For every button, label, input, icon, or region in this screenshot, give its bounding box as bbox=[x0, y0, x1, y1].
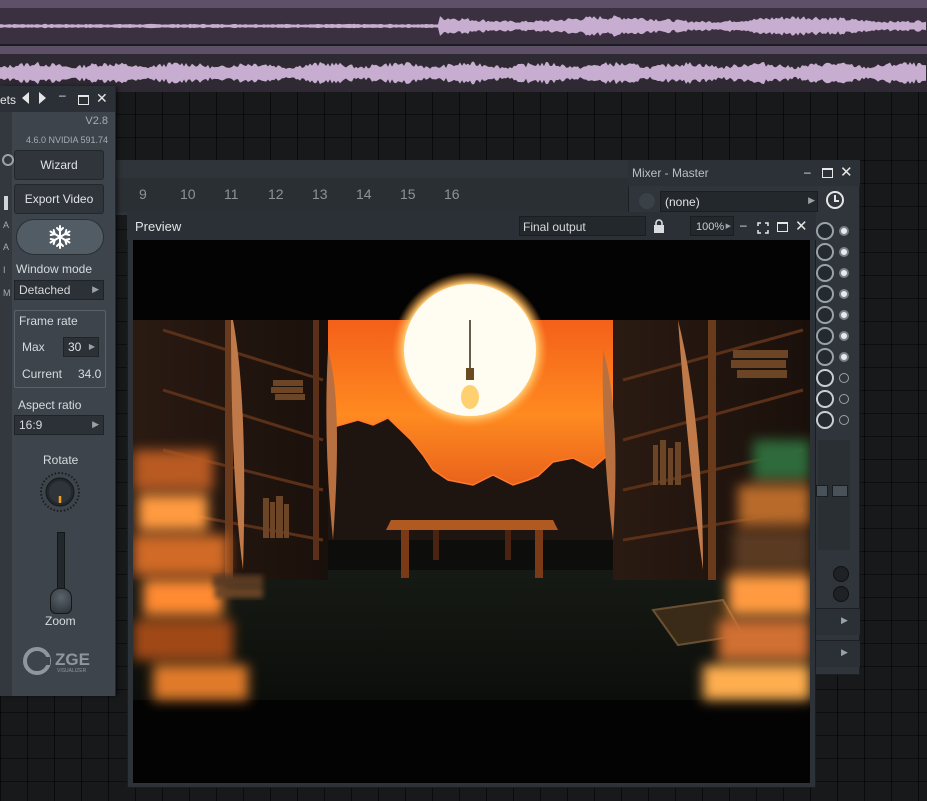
effect-slot-indicator[interactable] bbox=[816, 390, 834, 408]
waveform-1 bbox=[0, 15, 926, 37]
chevron-right-icon: ▶ bbox=[841, 647, 848, 657]
chevron-right-icon: ▶ bbox=[725, 223, 731, 230]
vol-knob[interactable] bbox=[833, 586, 849, 602]
step-number: 14 bbox=[356, 186, 372, 202]
minimize-icon[interactable]: – bbox=[804, 165, 811, 179]
effect-slot-toggle[interactable] bbox=[839, 415, 849, 425]
output-select[interactable]: Final output bbox=[519, 216, 646, 236]
side-marker bbox=[4, 196, 8, 210]
side-letter: M bbox=[3, 288, 11, 298]
fader-handle[interactable] bbox=[816, 485, 828, 497]
step-number: 15 bbox=[400, 186, 416, 202]
zoom-level-select[interactable]: 100% ▶ bbox=[690, 216, 734, 236]
snowflake-icon bbox=[49, 225, 71, 249]
plugin-title: ets bbox=[0, 93, 17, 107]
effect-slot-toggle[interactable] bbox=[839, 394, 849, 404]
maximize-icon[interactable] bbox=[78, 95, 89, 105]
chevron-right-icon: ▶ bbox=[92, 284, 99, 294]
effect-slot-indicator[interactable] bbox=[816, 369, 834, 387]
max-label: Max bbox=[22, 340, 45, 354]
knob-icon bbox=[40, 472, 80, 512]
track-band bbox=[0, 0, 927, 8]
waveform-2 bbox=[0, 61, 926, 85]
close-icon[interactable]: ✕ bbox=[840, 163, 853, 181]
mixer-route-bar[interactable] bbox=[814, 608, 860, 635]
effect-slot-toggle[interactable] bbox=[839, 268, 849, 278]
rotate-knob[interactable] bbox=[40, 472, 80, 512]
step-number: 16 bbox=[444, 186, 460, 202]
logo-subtext: VISUALIZER bbox=[57, 668, 87, 674]
chevron-right-icon: ▶ bbox=[808, 195, 815, 205]
minimize-icon[interactable]: – bbox=[59, 88, 66, 102]
gpu-info: 4.6.0 NVIDIA 591.74 bbox=[25, 135, 108, 145]
fader-handle[interactable] bbox=[832, 485, 848, 497]
mixer-title: Mixer - Master bbox=[632, 166, 709, 180]
step-number: 10 bbox=[180, 186, 196, 202]
aspect-ratio-label: Aspect ratio bbox=[18, 398, 82, 412]
effect-slot-toggle[interactable] bbox=[839, 310, 849, 320]
effect-slot-indicator[interactable] bbox=[816, 411, 834, 429]
clock-icon[interactable] bbox=[826, 191, 844, 209]
speaker-icon bbox=[639, 193, 655, 209]
export-video-button[interactable]: Export Video bbox=[14, 184, 104, 214]
logo-text: ZGE bbox=[55, 650, 90, 669]
step-number: 13 bbox=[312, 186, 328, 202]
maximize-icon[interactable] bbox=[822, 168, 833, 178]
side-letter: I bbox=[3, 265, 6, 275]
zoom-slider-handle[interactable] bbox=[50, 588, 72, 614]
close-icon[interactable]: ✕ bbox=[795, 217, 808, 235]
aspect-ratio-select[interactable]: 16:9 ▶ bbox=[14, 415, 104, 435]
window-mode-label: Window mode bbox=[16, 262, 93, 276]
max-frame-rate-input[interactable]: 30 ▶ bbox=[63, 337, 99, 357]
current-fps-value: 34.0 bbox=[78, 367, 102, 381]
effect-slot-toggle[interactable] bbox=[839, 226, 849, 236]
pan-knob[interactable] bbox=[833, 566, 849, 582]
mixer-route-bar[interactable] bbox=[814, 640, 860, 667]
lock-icon[interactable] bbox=[653, 219, 665, 239]
mixer-selector[interactable]: (none) ▶ bbox=[660, 191, 818, 212]
step-number: 12 bbox=[268, 186, 284, 202]
visualizer-scene bbox=[133, 272, 810, 700]
chevron-right-icon: ▶ bbox=[841, 615, 848, 625]
freeze-button[interactable] bbox=[16, 219, 104, 255]
maximize-icon[interactable] bbox=[777, 222, 788, 232]
effect-slot-indicator[interactable] bbox=[816, 264, 834, 282]
current-label: Current bbox=[22, 367, 63, 381]
side-letter: A bbox=[3, 242, 10, 252]
fullscreen-icon[interactable] bbox=[757, 221, 769, 239]
zoom-label: Zoom bbox=[45, 614, 76, 628]
step-number: 9 bbox=[139, 186, 147, 202]
version-label: V2.8 bbox=[85, 115, 108, 127]
close-icon[interactable]: ✕ bbox=[96, 90, 108, 107]
next-arrow-icon[interactable] bbox=[39, 92, 46, 104]
playlist-track-1[interactable] bbox=[0, 0, 927, 44]
effect-slot-indicator[interactable] bbox=[816, 327, 834, 345]
window-mode-select[interactable]: Detached ▶ bbox=[14, 280, 104, 300]
effect-slot-toggle[interactable] bbox=[839, 352, 849, 362]
frame-rate-label: Frame rate bbox=[19, 314, 78, 328]
chevron-right-icon: ▶ bbox=[88, 342, 95, 351]
preview-canvas[interactable] bbox=[133, 240, 810, 783]
effect-slot-toggle[interactable] bbox=[839, 247, 849, 257]
radio-icon[interactable] bbox=[2, 154, 14, 166]
step-number: 11 bbox=[224, 186, 239, 202]
effect-slot-indicator[interactable] bbox=[816, 306, 834, 324]
wizard-button[interactable]: Wizard bbox=[14, 150, 104, 180]
preview-title: Preview bbox=[135, 219, 182, 234]
minimize-icon[interactable]: – bbox=[740, 218, 747, 232]
chevron-right-icon: ▶ bbox=[92, 419, 99, 429]
effect-slot-indicator[interactable] bbox=[816, 243, 834, 261]
effect-slot-indicator[interactable] bbox=[816, 285, 834, 303]
rotate-label: Rotate bbox=[43, 453, 79, 467]
prev-arrow-icon[interactable] bbox=[22, 92, 29, 104]
effect-slot-toggle[interactable] bbox=[839, 289, 849, 299]
zge-logo: ZGE VISUALIZER bbox=[22, 646, 112, 681]
side-letter: A bbox=[3, 220, 10, 230]
playlist-track-2[interactable] bbox=[0, 46, 927, 92]
effect-slot-indicator[interactable] bbox=[816, 222, 834, 240]
effect-slot-toggle[interactable] bbox=[839, 331, 849, 341]
effect-slot-toggle[interactable] bbox=[839, 373, 849, 383]
track-band bbox=[0, 46, 927, 54]
effect-slot-indicator[interactable] bbox=[816, 348, 834, 366]
